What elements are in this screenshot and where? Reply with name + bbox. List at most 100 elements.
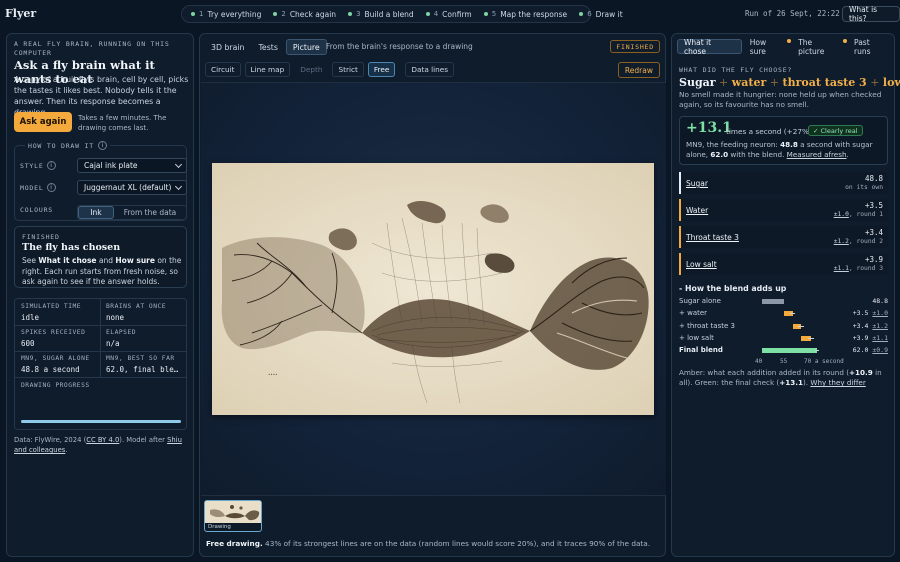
blend-row: Sugar alone 48.8 <box>679 297 888 308</box>
ingredient-name[interactable]: Low salt <box>686 260 717 269</box>
ingredient-sub: ±1.0, round 1 <box>833 211 883 218</box>
what-is-this-button[interactable]: What is this? <box>842 5 900 23</box>
mode-line-map[interactable]: Line map <box>244 62 291 77</box>
tab-tests[interactable]: Tests <box>252 39 283 55</box>
blend-row-value: 48.8 <box>872 297 888 305</box>
notification-dot <box>787 39 792 43</box>
blend-row-value: 62.0 ±0.9 <box>852 346 888 355</box>
step-2[interactable]: 2 Check again <box>268 7 341 21</box>
top-bar: Flyer 1 Try everything 2 Check again 3 Build … <box>0 0 900 28</box>
step-5[interactable]: 5 Map the response <box>479 7 572 21</box>
error-bar <box>798 325 805 327</box>
status-eyebrow: Finished <box>22 233 60 241</box>
colours-option-ink[interactable]: Ink <box>78 206 114 219</box>
ask-again-button[interactable]: Ask again <box>14 112 72 132</box>
ingredient-accent <box>679 253 681 275</box>
status-title: The fly has chosen <box>22 242 121 253</box>
run-timestamp: Run of 26 Sept, 22:22 <box>745 9 840 18</box>
ingredient-card: Sugar 48.8 on its own <box>679 172 888 194</box>
drawing-summary: Free drawing. 43% of its strongest lines… <box>206 539 651 548</box>
how-to-draw-box: How to draw it i Style i Cajal ink plate … <box>14 141 187 221</box>
blend-row-value: +3.4 ±1.2 <box>852 321 888 330</box>
ingredient-accent <box>679 199 681 221</box>
model-row: Model i <box>20 183 70 192</box>
response-card: +13.1 times a second (+27%) ✓ Clearly re… <box>679 116 888 165</box>
step-3[interactable]: 3 Build a blend <box>343 7 419 21</box>
stats-grid: Simulated time idle Brains at once none Sp… <box>14 298 187 430</box>
measured-afresh-link[interactable]: Measured afresh <box>787 150 847 159</box>
notification-dot <box>843 39 848 43</box>
colours-toggle: Ink From the data <box>77 205 187 220</box>
drawing-progress-bar <box>21 420 181 423</box>
result-tabs: What it chose How sure The picture Past … <box>677 38 894 56</box>
tab-picture[interactable]: Picture <box>285 39 327 55</box>
step-1[interactable]: 1 Try everything <box>186 7 266 21</box>
model-value: Juggernaut XL (default) <box>84 183 172 192</box>
tab-past-runs[interactable]: Past runs <box>848 38 894 56</box>
tab-how-sure[interactable]: How sure <box>744 38 792 56</box>
choice-answer: Sugar + water + throat taste 3 + low sal… <box>679 76 900 89</box>
svg-text:••••: •••• <box>268 372 277 377</box>
mode-free[interactable]: Free <box>367 62 396 77</box>
step-number: 5 <box>491 10 497 18</box>
how-to-draw-legend: How to draw it i <box>25 141 110 150</box>
license-link[interactable]: CC BY 4.0 <box>86 436 119 444</box>
redraw-button[interactable]: Redraw <box>617 62 660 78</box>
chevron-down-icon <box>174 182 183 191</box>
clearly-real-badge: ✓ Clearly real <box>808 125 863 136</box>
stat-mn9-best: MN9, best so far 62.0, final ble… <box>106 355 179 374</box>
info-icon[interactable]: i <box>98 141 107 150</box>
response-unit: times a second (+27%) <box>726 127 812 136</box>
mode-data-lines[interactable]: Data lines <box>405 62 455 77</box>
drawing-mode-tabs: Circuit Line map Depth Strict Free Data … <box>205 62 455 77</box>
model-select[interactable]: Juggernaut XL (default) <box>77 180 187 195</box>
step-navigator: 1 Try everything 2 Check again 3 Build a blen… <box>181 5 623 23</box>
tab-what-it-chose[interactable]: What it chose <box>677 38 742 56</box>
blend-row: + low salt +3.9 ±1.1 <box>679 334 888 345</box>
step-label: Try everything <box>207 9 262 19</box>
stat-elapsed: Elapsed n/a <box>106 329 137 348</box>
style-label: Style <box>20 161 44 170</box>
blend-bar <box>762 299 784 304</box>
blend-row-label: + low salt <box>679 333 714 342</box>
blend-heading[interactable]: - How the blend adds up <box>679 284 786 293</box>
tab-the-picture[interactable]: The picture <box>792 38 848 56</box>
ingredient-value: 48.8 <box>864 174 883 183</box>
step-6[interactable]: 6 Draw it <box>574 7 627 21</box>
mode-strict[interactable]: Strict <box>332 62 364 77</box>
info-icon[interactable]: i <box>46 183 56 192</box>
step-number: 6 <box>587 10 592 18</box>
colours-option-data[interactable]: From the data <box>114 206 186 219</box>
drawing-thumbnail[interactable]: Drawing <box>204 500 262 532</box>
ingredient-value: +3.5 <box>864 201 883 210</box>
right-panel: What it chose How sure The picture Past … <box>671 33 900 557</box>
ingredient-name[interactable]: Throat taste 3 <box>686 233 739 242</box>
step-done-icon <box>483 12 488 16</box>
blend-row-value: +3.5 ±1.0 <box>852 309 888 318</box>
step-4[interactable]: 4 Confirm <box>421 7 477 21</box>
blend-footnote: Amber: what each addition added in its r… <box>679 368 882 387</box>
step-done-icon <box>191 12 195 16</box>
mode-circuit[interactable]: Circuit <box>205 62 241 77</box>
axis-tick: 70 a second <box>804 358 844 365</box>
info-icon[interactable]: i <box>46 161 56 170</box>
choice-question: What did the fly choose? <box>679 66 793 74</box>
ink-plate-illustration: •••• <box>212 163 654 415</box>
ingredient-sub: ±1.1, round 3 <box>833 265 883 272</box>
blend-row: + water +3.5 ±1.0 <box>679 309 888 320</box>
ingredient-name[interactable]: Water <box>686 206 708 215</box>
ingredient-name[interactable]: Sugar <box>686 179 708 188</box>
tab-3d-brain[interactable]: 3D brain <box>205 39 250 55</box>
chevron-down-icon <box>174 160 183 169</box>
why-they-differ-link[interactable]: Why they differ <box>810 378 865 387</box>
step-number: 2 <box>281 10 286 18</box>
style-select[interactable]: Cajal ink plate <box>77 158 187 173</box>
status-card: Finished The fly has chosen See What it … <box>14 226 187 288</box>
left-eyebrow: A real fly brain, running on this comput… <box>14 40 170 57</box>
mode-depth: Depth <box>300 65 323 74</box>
blend-row: Final blend 62.0 ±0.9 <box>679 346 888 357</box>
blend-bar <box>762 348 817 354</box>
ingredient-accent <box>679 172 681 194</box>
error-bar <box>814 350 820 352</box>
blend-row-value: +3.9 ±1.1 <box>852 333 888 342</box>
